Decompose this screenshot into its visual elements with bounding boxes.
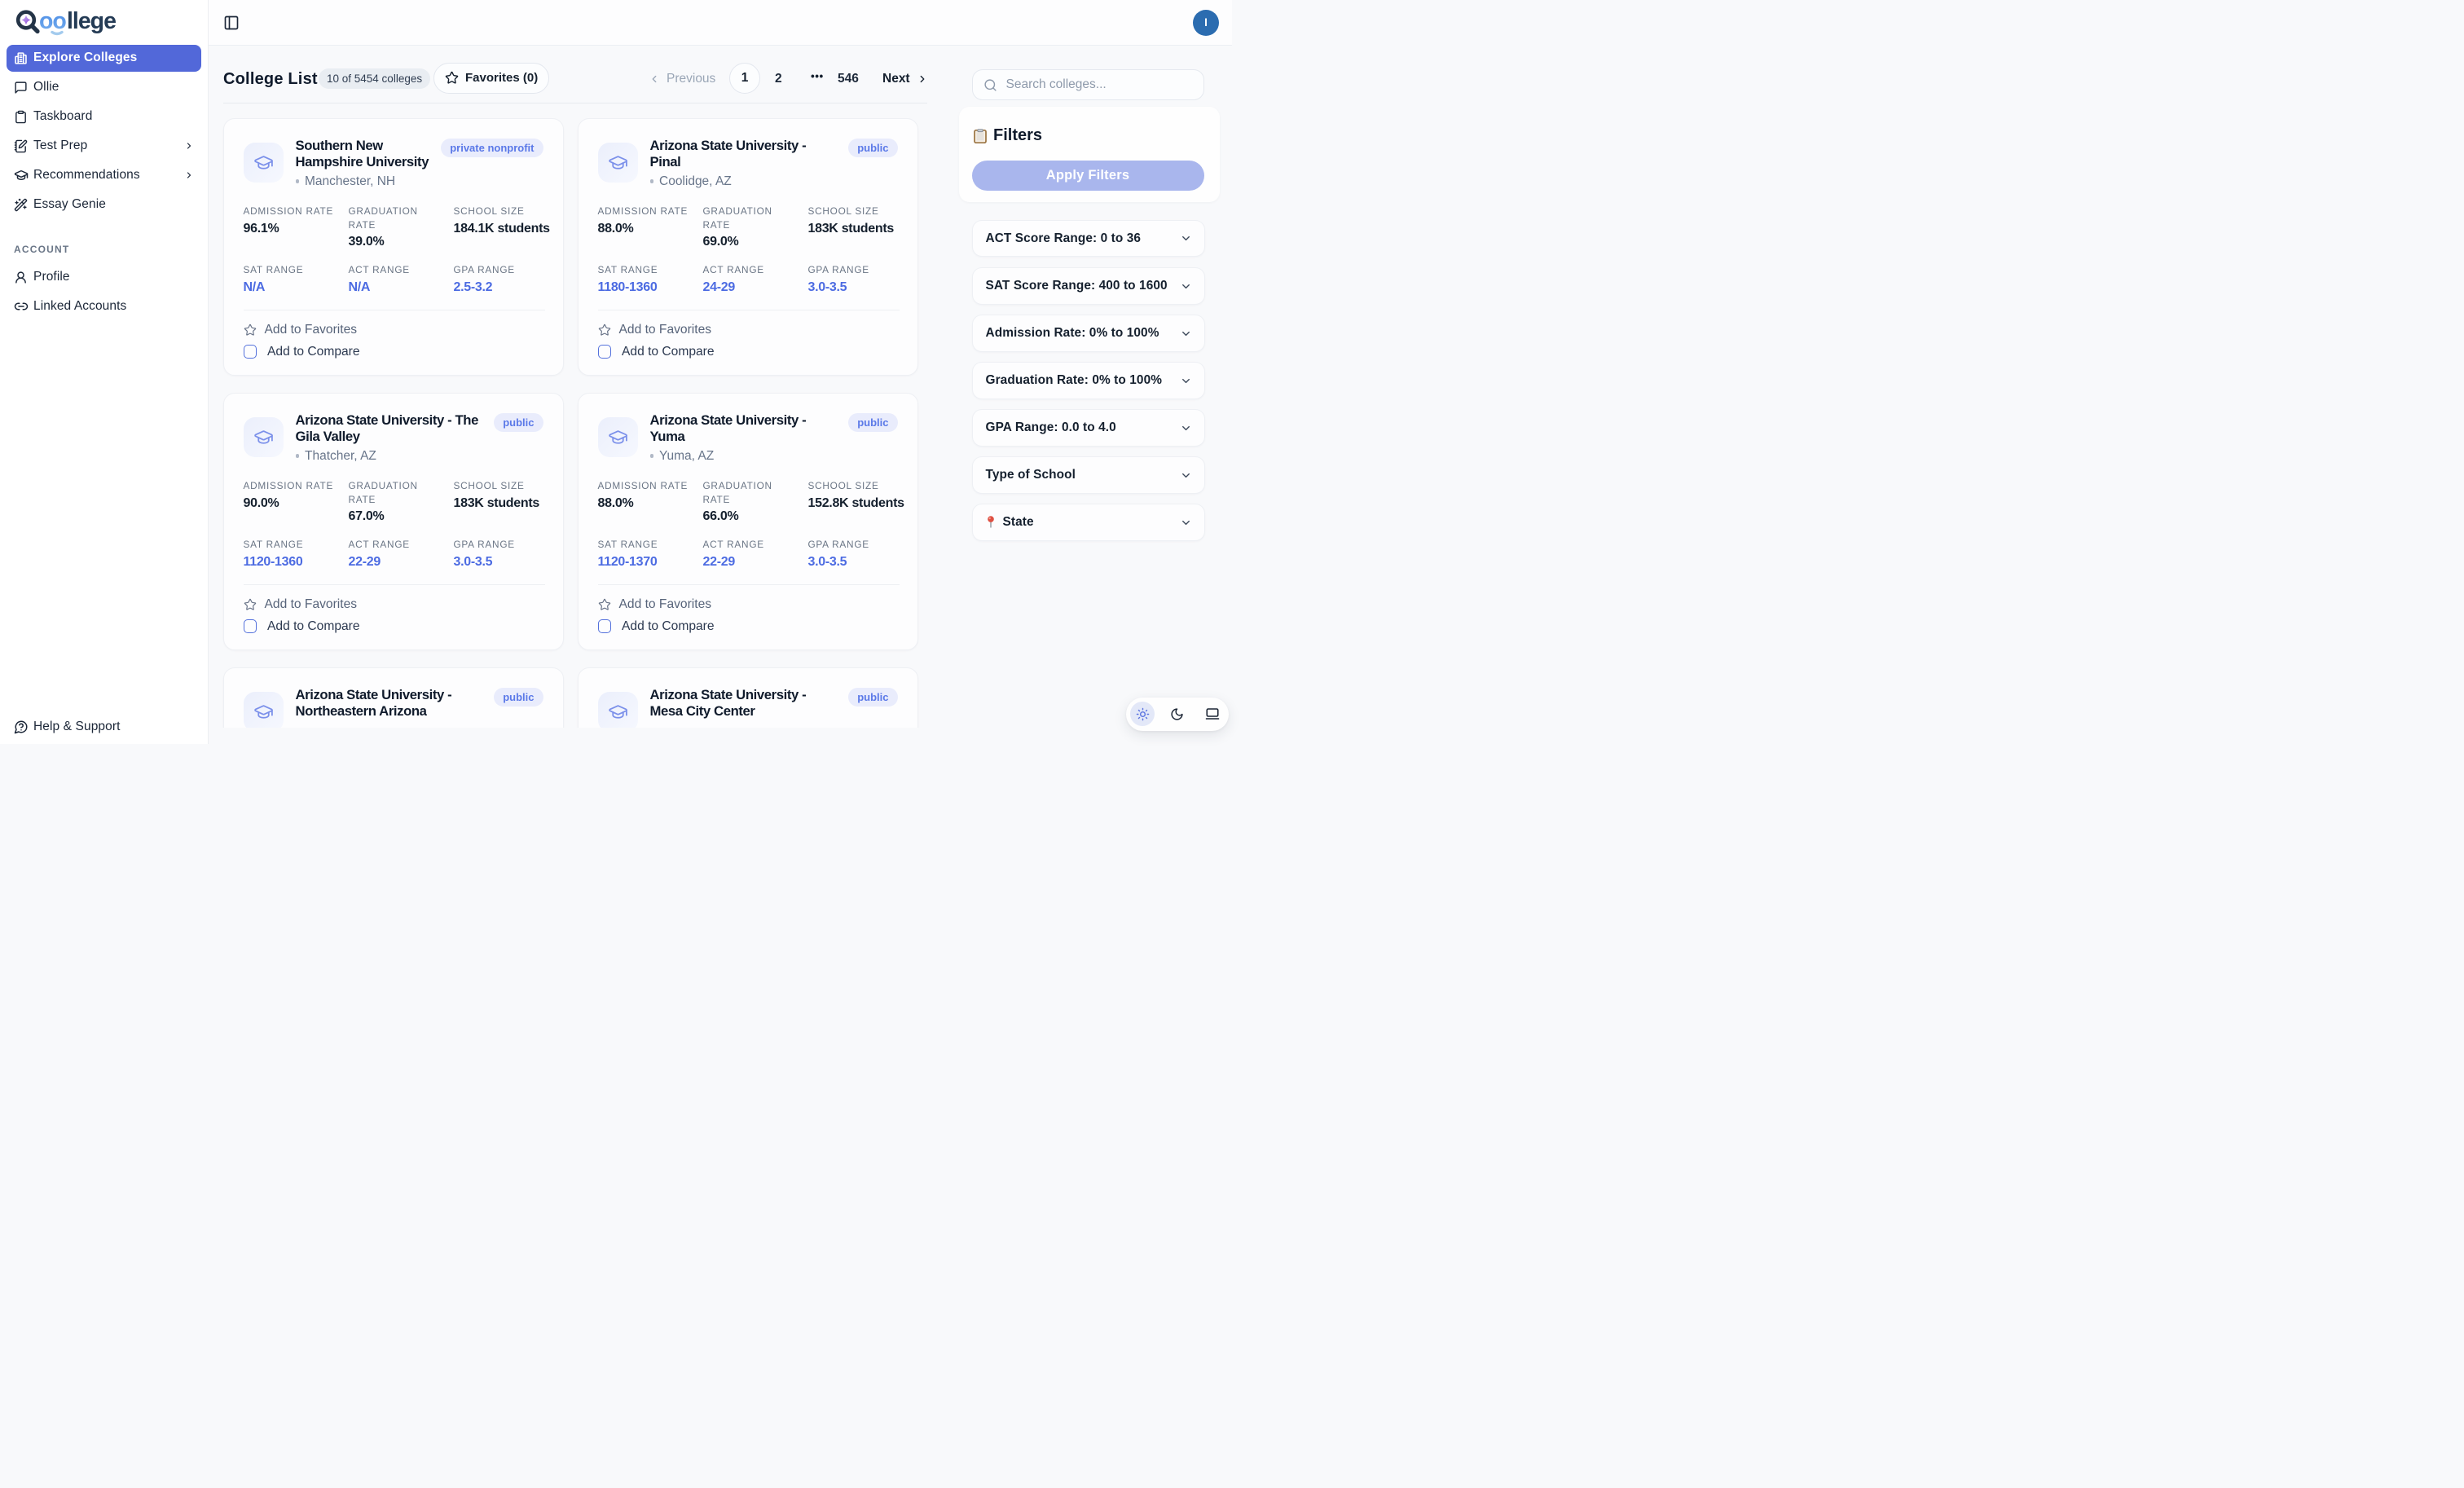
svg-text:oo: oo: [39, 8, 66, 34]
svg-text:llege: llege: [67, 8, 116, 34]
